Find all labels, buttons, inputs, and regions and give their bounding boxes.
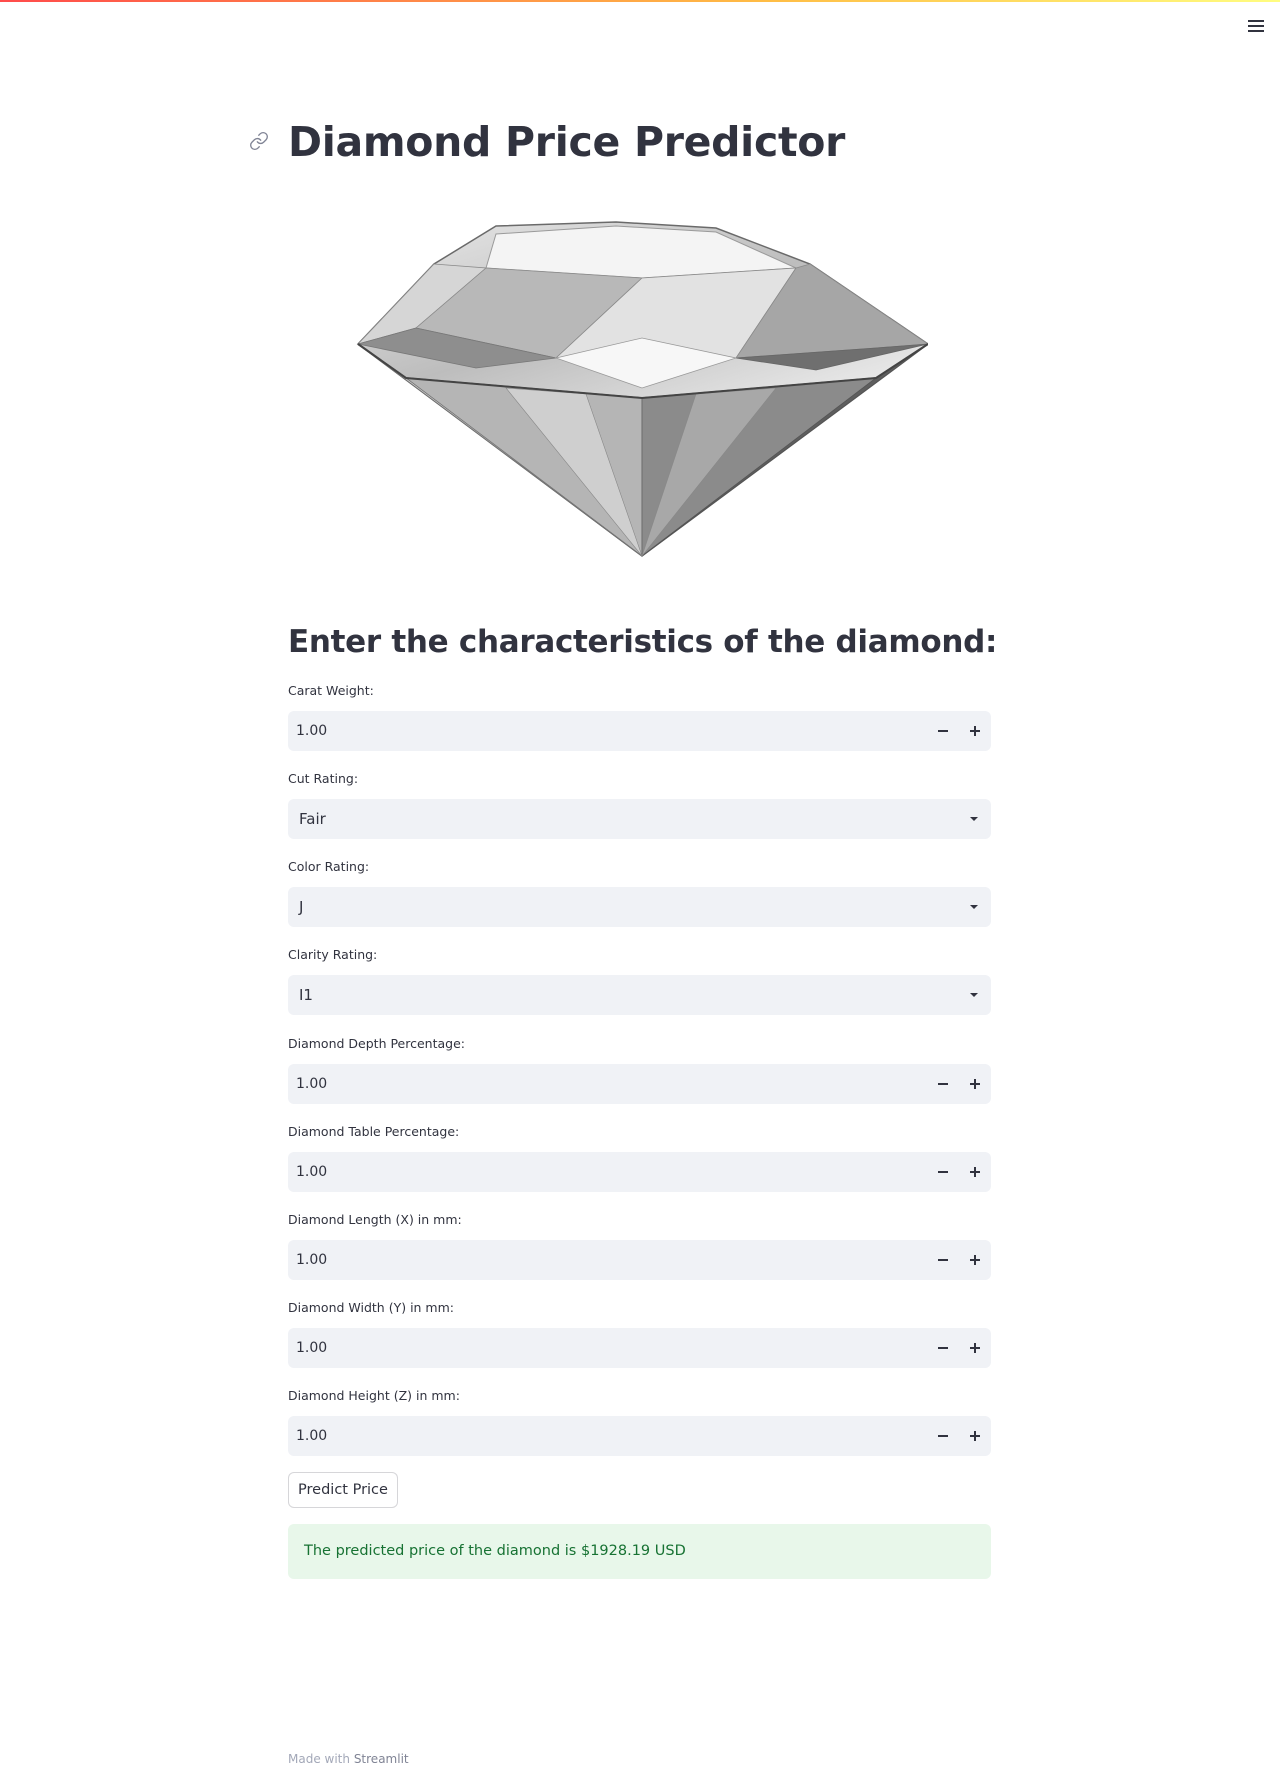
depth-percentage-label: Diamond Depth Percentage: — [288, 1036, 465, 1051]
clarity-rating-value: I1 — [299, 986, 313, 1004]
predict-price-button[interactable]: Predict Price — [288, 1472, 398, 1508]
color-rating-select[interactable]: J — [288, 887, 991, 927]
depth-percentage-increment-button[interactable] — [959, 1068, 991, 1100]
cut-rating-field: Cut Rating: Fair — [288, 771, 991, 839]
color-rating-field: Color Rating: J — [288, 859, 991, 927]
clarity-rating-select[interactable]: I1 — [288, 975, 991, 1015]
cut-rating-label: Cut Rating: — [288, 771, 359, 786]
table-percentage-decrement-button[interactable] — [927, 1156, 959, 1188]
clarity-rating-field: Clarity Rating: I1 — [288, 947, 991, 1015]
hamburger-menu-icon — [1248, 20, 1264, 32]
depth-percentage-field: Diamond Depth Percentage: — [288, 1036, 991, 1104]
minus-icon — [938, 1259, 948, 1261]
table-percentage-label: Diamond Table Percentage: — [288, 1124, 460, 1139]
carat-weight-label: Carat Weight: — [288, 683, 374, 698]
clarity-rating-label: Clarity Rating: — [288, 947, 378, 962]
width-y-input[interactable] — [288, 1328, 908, 1368]
plus-icon — [970, 1431, 980, 1441]
depth-percentage-decrement-button[interactable] — [927, 1068, 959, 1100]
carat-weight-box — [288, 711, 991, 751]
plus-icon — [970, 726, 980, 736]
cut-rating-select[interactable]: Fair — [288, 799, 991, 839]
table-percentage-input[interactable] — [288, 1152, 908, 1192]
color-rating-label: Color Rating: — [288, 859, 370, 874]
streamlit-link[interactable]: Streamlit — [354, 1752, 409, 1766]
length-x-increment-button[interactable] — [959, 1244, 991, 1276]
length-x-input[interactable] — [288, 1240, 908, 1280]
width-y-decrement-button[interactable] — [927, 1332, 959, 1364]
height-z-field: Diamond Height (Z) in mm: — [288, 1388, 991, 1456]
length-x-field: Diamond Length (X) in mm: — [288, 1212, 991, 1280]
plus-icon — [970, 1079, 980, 1089]
minus-icon — [938, 730, 948, 732]
table-percentage-box — [288, 1152, 991, 1192]
length-x-label: Diamond Length (X) in mm: — [288, 1212, 462, 1227]
form-heading: Enter the characteristics of the diamond… — [288, 624, 998, 660]
page-title: Diamond Price Predictor — [288, 118, 846, 166]
length-x-decrement-button[interactable] — [927, 1244, 959, 1276]
minus-icon — [938, 1171, 948, 1173]
cut-rating-value: Fair — [299, 810, 326, 828]
width-y-box — [288, 1328, 991, 1368]
table-percentage-increment-button[interactable] — [959, 1156, 991, 1188]
footer-prefix: Made with — [288, 1752, 350, 1766]
footer: Made with Streamlit — [288, 1751, 409, 1767]
width-y-field: Diamond Width (Y) in mm: — [288, 1300, 991, 1368]
height-z-input[interactable] — [288, 1416, 908, 1456]
prediction-result-alert: The predicted price of the diamond is $1… — [288, 1524, 991, 1579]
minus-icon — [938, 1083, 948, 1085]
chevron-down-icon — [970, 905, 978, 909]
width-y-increment-button[interactable] — [959, 1332, 991, 1364]
height-z-box — [288, 1416, 991, 1456]
minus-icon — [938, 1435, 948, 1437]
plus-icon — [970, 1343, 980, 1353]
carat-weight-decrement-button[interactable] — [927, 715, 959, 747]
minus-icon — [938, 1347, 948, 1349]
depth-percentage-box — [288, 1064, 991, 1104]
carat-weight-input[interactable] — [288, 711, 908, 751]
main-menu-button[interactable] — [1242, 14, 1270, 38]
height-z-decrement-button[interactable] — [927, 1420, 959, 1452]
plus-icon — [970, 1167, 980, 1177]
carat-weight-field: Carat Weight: — [288, 683, 991, 751]
depth-percentage-input[interactable] — [288, 1064, 908, 1104]
height-z-increment-button[interactable] — [959, 1420, 991, 1452]
link-icon[interactable] — [249, 131, 269, 151]
color-rating-value: J — [299, 898, 304, 916]
top-decoration-bar — [0, 0, 1280, 2]
chevron-down-icon — [970, 993, 978, 997]
plus-icon — [970, 1255, 980, 1265]
diamond-image — [356, 221, 928, 557]
chevron-down-icon — [970, 817, 978, 821]
table-percentage-field: Diamond Table Percentage: — [288, 1124, 991, 1192]
width-y-label: Diamond Width (Y) in mm: — [288, 1300, 454, 1315]
carat-weight-increment-button[interactable] — [959, 715, 991, 747]
height-z-label: Diamond Height (Z) in mm: — [288, 1388, 460, 1403]
length-x-box — [288, 1240, 991, 1280]
